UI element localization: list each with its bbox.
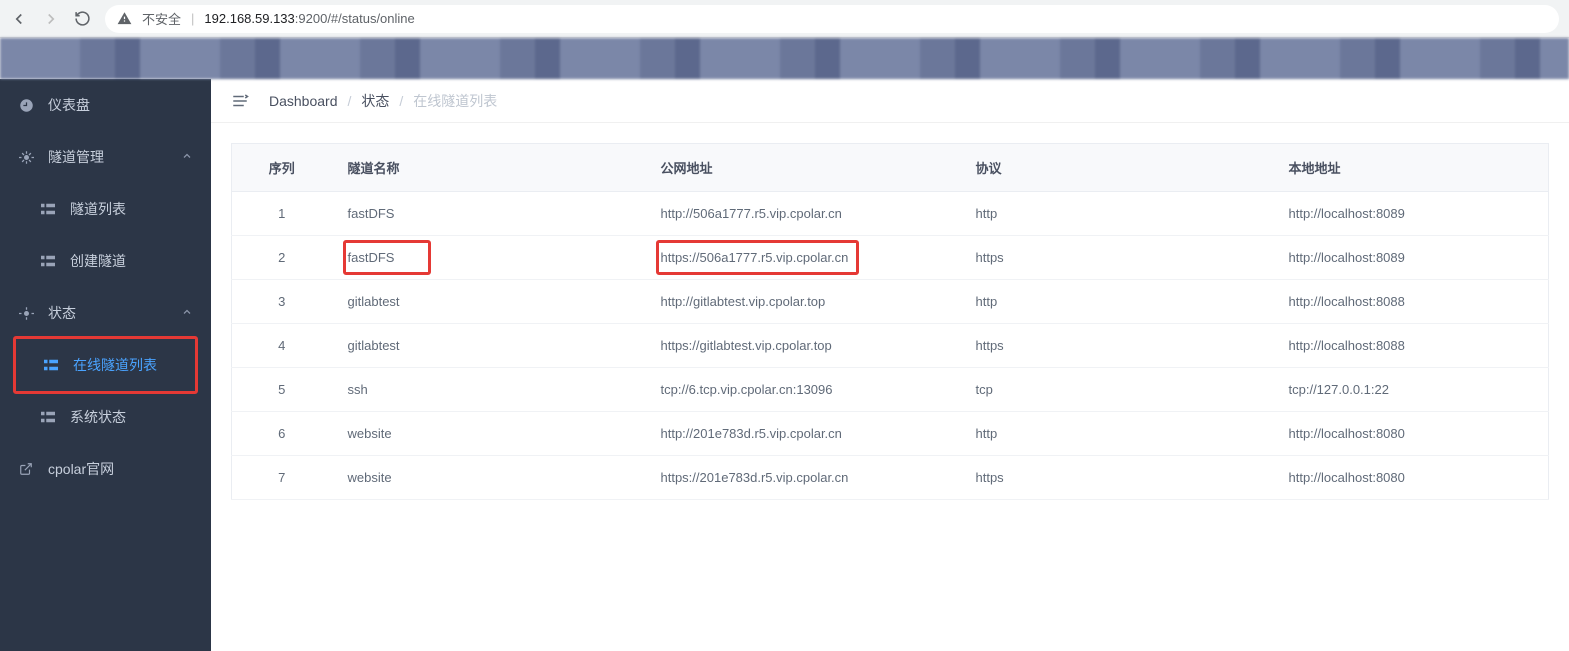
breadcrumb: Dashboard / 状态 / 在线隧道列表 bbox=[269, 91, 497, 111]
cell-local[interactable]: tcp://127.0.0.1:22 bbox=[1273, 368, 1549, 412]
sidebar-item-label: 隧道列表 bbox=[70, 199, 126, 219]
sidebar-item-create-tunnel[interactable]: 创建隧道 bbox=[0, 235, 211, 287]
cell-url[interactable]: https://201e783d.r5.vip.cpolar.cn bbox=[645, 456, 960, 500]
external-link-icon bbox=[18, 461, 34, 477]
sidebar-item-status[interactable]: 状态 bbox=[0, 287, 211, 339]
cell-proto: tcp bbox=[960, 368, 1273, 412]
breadcrumb-separator: / bbox=[348, 93, 352, 109]
sidebar-item-dashboard[interactable]: 仪表盘 bbox=[0, 79, 211, 131]
cell-proto: https bbox=[960, 236, 1273, 280]
insecure-icon bbox=[117, 11, 132, 26]
sidebar-item-tunnel-list[interactable]: 隧道列表 bbox=[0, 183, 211, 235]
cell-name: gitlabtest bbox=[332, 280, 645, 324]
cell-url[interactable]: http://gitlabtest.vip.cpolar.top bbox=[645, 280, 960, 324]
col-seq: 序列 bbox=[232, 144, 332, 192]
cell-name: website bbox=[332, 456, 645, 500]
cell-url[interactable]: tcp://6.tcp.vip.cpolar.cn:13096 bbox=[645, 368, 960, 412]
sidebar-item-tunnel-manage[interactable]: 隧道管理 bbox=[0, 131, 211, 183]
cell-url[interactable]: https://506a1777.r5.vip.cpolar.cn bbox=[645, 236, 960, 280]
sidebar-item-cpolar-site[interactable]: cpolar官网 bbox=[0, 443, 211, 495]
cell-proto: https bbox=[960, 324, 1273, 368]
tunnel-table: 序列 隧道名称 公网地址 协议 本地地址 1 fastDFS http://50… bbox=[231, 143, 1549, 500]
reload-button[interactable] bbox=[74, 10, 91, 27]
cell-seq: 5 bbox=[232, 368, 332, 412]
address-bar[interactable]: 不安全 | 192.168.59.133:9200/#/status/onlin… bbox=[105, 5, 1559, 33]
back-button[interactable] bbox=[10, 10, 28, 28]
cell-seq: 1 bbox=[232, 192, 332, 236]
cell-proto: http bbox=[960, 280, 1273, 324]
cell-proto: http bbox=[960, 412, 1273, 456]
breadcrumb-separator: / bbox=[399, 93, 403, 109]
cell-name: fastDFS bbox=[332, 192, 645, 236]
table-row[interactable]: 2 fastDFS https://506a1777.r5.vip.cpolar… bbox=[232, 236, 1549, 280]
sidebar-item-label: 在线隧道列表 bbox=[73, 355, 157, 375]
system-status-icon bbox=[40, 409, 56, 425]
highlight-annotation: https://506a1777.r5.vip.cpolar.cn bbox=[656, 240, 860, 275]
cell-seq: 7 bbox=[232, 456, 332, 500]
table-header-row: 序列 隧道名称 公网地址 协议 本地地址 bbox=[232, 144, 1549, 192]
crumb-dashboard[interactable]: Dashboard bbox=[269, 93, 338, 109]
cell-name: fastDFS bbox=[332, 236, 645, 280]
cell-local[interactable]: http://localhost:8089 bbox=[1273, 236, 1549, 280]
sidebar-item-label: 系统状态 bbox=[70, 407, 126, 427]
status-icon bbox=[18, 305, 34, 321]
cell-local[interactable]: http://localhost:8088 bbox=[1273, 324, 1549, 368]
cell-proto: https bbox=[960, 456, 1273, 500]
menu-toggle-icon[interactable] bbox=[231, 92, 249, 110]
main-content: Dashboard / 状态 / 在线隧道列表 序列 隧道名称 公网地址 协议 … bbox=[211, 79, 1569, 651]
table-row[interactable]: 3 gitlabtest http://gitlabtest.vip.cpola… bbox=[232, 280, 1549, 324]
sidebar-item-label: cpolar官网 bbox=[48, 459, 114, 479]
topbar: Dashboard / 状态 / 在线隧道列表 bbox=[211, 79, 1569, 123]
table-row[interactable]: 1 fastDFS http://506a1777.r5.vip.cpolar.… bbox=[232, 192, 1549, 236]
cell-seq: 4 bbox=[232, 324, 332, 368]
cell-local[interactable]: http://localhost:8088 bbox=[1273, 280, 1549, 324]
forward-button[interactable] bbox=[42, 10, 60, 28]
url-separator: | bbox=[191, 11, 194, 26]
table-row[interactable]: 5 ssh tcp://6.tcp.vip.cpolar.cn:13096 tc… bbox=[232, 368, 1549, 412]
cell-name: gitlabtest bbox=[332, 324, 645, 368]
tunnel-manage-icon bbox=[18, 149, 34, 165]
table-row[interactable]: 7 website https://201e783d.r5.vip.cpolar… bbox=[232, 456, 1549, 500]
highlight-annotation: fastDFS bbox=[343, 240, 432, 275]
list-icon bbox=[40, 201, 56, 217]
cell-local[interactable]: http://localhost:8080 bbox=[1273, 412, 1549, 456]
sidebar-item-label: 仪表盘 bbox=[48, 95, 90, 115]
cell-local[interactable]: http://localhost:8089 bbox=[1273, 192, 1549, 236]
header-banner bbox=[0, 38, 1569, 79]
crumb-online: 在线隧道列表 bbox=[413, 91, 497, 111]
sidebar-item-system-status[interactable]: 系统状态 bbox=[0, 391, 211, 443]
cell-name: ssh bbox=[332, 368, 645, 412]
online-list-icon bbox=[43, 357, 59, 373]
table-row[interactable]: 4 gitlabtest https://gitlabtest.vip.cpol… bbox=[232, 324, 1549, 368]
cell-name: website bbox=[332, 412, 645, 456]
cell-url[interactable]: http://201e783d.r5.vip.cpolar.cn bbox=[645, 412, 960, 456]
sidebar-item-label: 隧道管理 bbox=[48, 147, 104, 167]
sidebar: 仪表盘 隧道管理 隧道列表 创建隧道 状态 bbox=[0, 79, 211, 651]
sidebar-item-label: 状态 bbox=[48, 303, 76, 323]
insecure-label: 不安全 bbox=[142, 9, 181, 28]
url-text: 192.168.59.133:9200/#/status/online bbox=[204, 11, 414, 26]
sidebar-item-label: 创建隧道 bbox=[70, 251, 126, 271]
table-row[interactable]: 6 website http://201e783d.r5.vip.cpolar.… bbox=[232, 412, 1549, 456]
col-url: 公网地址 bbox=[645, 144, 960, 192]
cell-seq: 3 bbox=[232, 280, 332, 324]
cell-url[interactable]: http://506a1777.r5.vip.cpolar.cn bbox=[645, 192, 960, 236]
browser-toolbar: 不安全 | 192.168.59.133:9200/#/status/onlin… bbox=[0, 0, 1569, 38]
chevron-up-icon bbox=[181, 305, 193, 321]
col-local: 本地地址 bbox=[1273, 144, 1549, 192]
cell-seq: 2 bbox=[232, 236, 332, 280]
col-proto: 协议 bbox=[960, 144, 1273, 192]
cell-seq: 6 bbox=[232, 412, 332, 456]
cell-url[interactable]: https://gitlabtest.vip.cpolar.top bbox=[645, 324, 960, 368]
cell-local[interactable]: http://localhost:8080 bbox=[1273, 456, 1549, 500]
col-name: 隧道名称 bbox=[332, 144, 645, 192]
sidebar-item-online-tunnels[interactable]: 在线隧道列表 bbox=[16, 339, 195, 391]
cell-proto: http bbox=[960, 192, 1273, 236]
dashboard-icon bbox=[18, 97, 34, 113]
chevron-up-icon bbox=[181, 149, 193, 165]
create-icon bbox=[40, 253, 56, 269]
crumb-status[interactable]: 状态 bbox=[361, 91, 389, 111]
highlight-annotation: 在线隧道列表 bbox=[13, 336, 198, 394]
